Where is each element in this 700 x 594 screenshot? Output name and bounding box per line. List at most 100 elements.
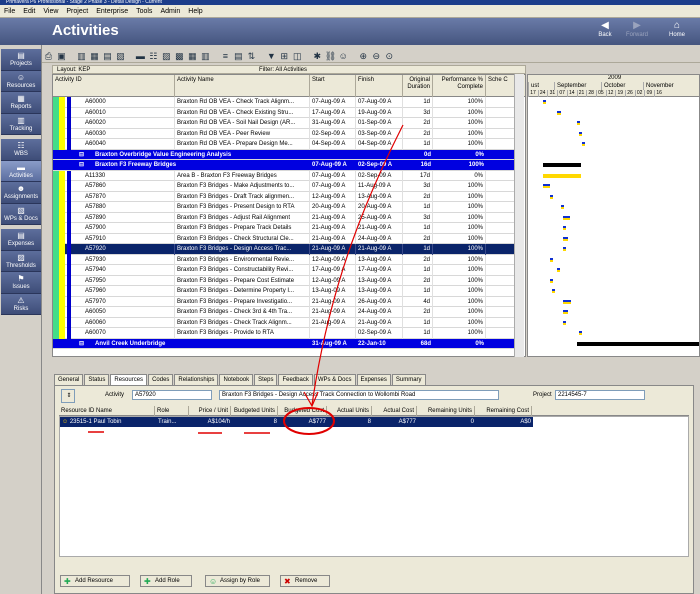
- gantt-activity-bar[interactable]: [561, 205, 565, 209]
- collapse-icon[interactable]: ⊟: [79, 160, 84, 170]
- remove-button[interactable]: ✖ Remove: [280, 575, 330, 587]
- col-header-remaining-cost[interactable]: Remaining Cost: [475, 406, 532, 416]
- menu-admin[interactable]: Admin: [156, 5, 184, 18]
- print-preview-icon[interactable]: ▣: [56, 51, 67, 62]
- home-button[interactable]: ⌂ Home: [662, 20, 692, 43]
- gantt-activity-bar[interactable]: [579, 331, 583, 335]
- col-header-actual-cost[interactable]: Actual Cost: [372, 406, 417, 416]
- sort-icon[interactable]: ⇅: [246, 51, 257, 62]
- sidebar-item-issues[interactable]: ⚑ Issues: [1, 272, 41, 294]
- activity-id-field[interactable]: A57920: [132, 390, 212, 400]
- col-header-resource[interactable]: Resource ID Name: [59, 406, 155, 416]
- table-row[interactable]: A11330 Area B - Braxton F3 Freeway Bridge…: [53, 170, 519, 181]
- collapse-icon[interactable]: ⊟: [79, 150, 84, 160]
- filter-name[interactable]: Filter: All Activities: [259, 66, 307, 74]
- gantt-activity-bar[interactable]: [562, 320, 566, 325]
- sidebar-item-wps-docs[interactable]: ▧ WPs & Docs: [1, 203, 41, 225]
- col-header-finish[interactable]: Finish: [356, 75, 403, 97]
- tab-general[interactable]: General: [54, 374, 84, 385]
- group-icon[interactable]: ▤: [233, 51, 244, 62]
- gantt-activity-bar[interactable]: [543, 184, 551, 188]
- col-header-activity-id[interactable]: Activity ID: [53, 75, 175, 97]
- table-row[interactable]: A57900 Braxton F3 Bridges - Prepare Track…: [53, 223, 519, 234]
- gantt-activity-bar[interactable]: [579, 131, 583, 136]
- tab-resources[interactable]: Resources: [110, 374, 148, 385]
- menu-project[interactable]: Project: [62, 5, 92, 18]
- zoom-out-icon[interactable]: ⊖: [371, 51, 382, 62]
- sidebar-item-wbs[interactable]: ☷ WBS: [1, 139, 41, 161]
- gantt-activity-bar[interactable]: [550, 278, 554, 283]
- table-icon[interactable]: ▦: [89, 51, 100, 62]
- table-row[interactable]: A60040 Braxton Rd OB VEA - Prepare Design…: [53, 139, 519, 150]
- sidebar-item-resources[interactable]: ☺ Resources: [1, 70, 41, 92]
- sidebar-item-thresholds[interactable]: ▨ Thresholds: [1, 250, 41, 272]
- gantt-activity-bar[interactable]: [562, 215, 570, 220]
- col-header-percent-complete[interactable]: Performance % Complete: [433, 75, 486, 97]
- table-row[interactable]: A60060 Braxton F3 Bridges - Check Track A…: [53, 317, 519, 328]
- tab-status[interactable]: Status: [84, 374, 110, 385]
- add-role-button[interactable]: ✚ Add Role: [140, 575, 192, 587]
- sidebar-item-assignments[interactable]: ☻ Assignments: [1, 182, 41, 204]
- layout-icon[interactable]: ▤: [102, 51, 113, 62]
- nav-spinner[interactable]: ⇕: [61, 389, 75, 403]
- wbs-group-row[interactable]: ⊟ Braxton Overbridge Value Engineering An…: [53, 149, 519, 160]
- table-row[interactable]: A60050 Braxton F3 Bridges - Check 3rd & 4…: [53, 307, 519, 318]
- gantt-activity-bar[interactable]: [557, 268, 561, 272]
- menu-view[interactable]: View: [39, 5, 62, 18]
- menu-edit[interactable]: Edit: [19, 5, 39, 18]
- link-icon[interactable]: ⛓: [325, 51, 336, 62]
- zoom-fit-icon[interactable]: ⊙: [384, 51, 395, 62]
- gantt-activity-bar[interactable]: [551, 289, 555, 293]
- gantt-activity-bar[interactable]: [562, 299, 572, 304]
- print-icon[interactable]: ⎙: [43, 51, 54, 62]
- detail-icon[interactable]: ▧: [115, 51, 126, 62]
- assign-icon[interactable]: ☺: [338, 51, 349, 62]
- gantt-summary-bar[interactable]: [576, 341, 699, 346]
- table-row[interactable]: A57870 Braxton F3 Bridges - Draft Track a…: [53, 191, 519, 202]
- table-row[interactable]: A60020 Braxton Rd OB VEA - Soil Nail Desi…: [53, 118, 519, 129]
- table-scrollbar[interactable]: [514, 74, 524, 357]
- gantt-summary-bar[interactable]: [543, 163, 581, 167]
- table-row[interactable]: A57970 Braxton F3 Bridges - Prepare Inves…: [53, 296, 519, 307]
- gantt-activity-bar[interactable]: [582, 142, 586, 146]
- expand-icon[interactable]: ⊞: [279, 51, 290, 62]
- bars-icon[interactable]: ≡: [220, 51, 231, 62]
- gantt-activity-bar[interactable]: [550, 194, 554, 199]
- gantt-activity-bar[interactable]: [576, 121, 580, 125]
- tab-relationships[interactable]: Relationships: [174, 374, 219, 385]
- network-icon[interactable]: ☷: [148, 51, 159, 62]
- sidebar-item-reports[interactable]: ▦ Reports: [1, 92, 41, 114]
- col-header-budgeted-units[interactable]: Budgeted Units: [231, 406, 278, 416]
- menu-enterprise[interactable]: Enterprise: [92, 5, 132, 18]
- profile-icon[interactable]: ▨: [161, 51, 172, 62]
- col-header-remaining-units[interactable]: Remaining Units: [417, 406, 475, 416]
- table-row[interactable]: A57910 Braxton F3 Bridges - Check Structu…: [53, 233, 519, 244]
- zoom-in-icon[interactable]: ⊕: [358, 51, 369, 62]
- table-row[interactable]: A57960 Braxton F3 Bridges - Determine Pro…: [53, 286, 519, 297]
- tab-notebook[interactable]: Notebook: [219, 374, 254, 385]
- table-row[interactable]: A57890 Braxton F3 Bridges - Adjust Rail A…: [53, 212, 519, 223]
- back-button[interactable]: ◀ Back: [590, 20, 620, 43]
- sidebar-item-risks[interactable]: ⚠ Risks: [1, 293, 41, 315]
- menu-tools[interactable]: Tools: [132, 5, 156, 18]
- level-icon[interactable]: ✱: [312, 51, 323, 62]
- wbs-group-row[interactable]: ⊟ Anvil Creek Underbridge 31-Aug-09 A 22-Ja…: [53, 338, 519, 349]
- table-row[interactable]: A57930 Braxton F3 Bridges - Environmental…: [53, 254, 519, 265]
- table-row[interactable]: A57880 Braxton F3 Bridges - Present Desig…: [53, 202, 519, 213]
- table-row[interactable]: A57940 Braxton F3 Bridges - Constructabil…: [53, 265, 519, 276]
- gantt-activity-bar[interactable]: [562, 226, 566, 230]
- table-row[interactable]: A60070 Braxton F3 Bridges - Provide to RT…: [53, 328, 519, 339]
- resource-row[interactable]: ☺ 23515-1 Paul Tobin Train... A$104/h 8 …: [60, 417, 533, 427]
- table-row[interactable]: A57860 Braxton F3 Bridges - Make Adjustme…: [53, 181, 519, 192]
- gantt-activity-bar[interactable]: [543, 100, 547, 104]
- table-row[interactable]: A60030 Braxton Rd OB VEA - Peer Review 02-…: [53, 128, 519, 139]
- col-header-role[interactable]: Role: [155, 406, 189, 416]
- gantt-activity-bar[interactable]: [557, 110, 562, 115]
- col-header-activity-name[interactable]: Activity Name: [175, 75, 310, 97]
- gantt-activity-bar[interactable]: [543, 173, 581, 178]
- chart-icon[interactable]: ▥: [200, 51, 211, 62]
- gantt-activity-bar[interactable]: [562, 247, 566, 251]
- menu-help[interactable]: Help: [184, 5, 206, 18]
- table-row[interactable]: A60010 Braxton Rd OB VEA - Check Existing…: [53, 107, 519, 118]
- table-row[interactable]: A57950 Braxton F3 Bridges - Prepare Cost …: [53, 275, 519, 286]
